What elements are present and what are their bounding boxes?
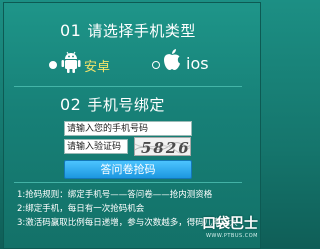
step1-title: 请选择手机类型 [87, 22, 196, 40]
step2-title: 手机号绑定 [87, 96, 165, 114]
submit-button[interactable]: 答问卷抢码 [64, 160, 192, 179]
watermark-url: WWW.PTBUS.COM [205, 233, 258, 239]
os-option-ios-label[interactable]: ios [186, 54, 209, 73]
section-divider [14, 86, 242, 87]
ios-radio[interactable] [152, 61, 160, 69]
step1-heading: 01 请选择手机类型 [60, 20, 196, 41]
rule-item: 2:绑定手机，每日有一次抢码机会 [17, 204, 145, 214]
android-icon[interactable] [60, 50, 82, 74]
apple-icon[interactable] [162, 48, 182, 72]
rule-item: 1:抢码规则：绑定手机号——答问卷——抢内测资格 [17, 190, 213, 200]
captcha-image[interactable]: 5826 [134, 137, 191, 156]
phone-number-input[interactable]: 请输入您的手机号码 [64, 121, 192, 136]
verification-code-input[interactable]: 请输入验证码 [64, 139, 128, 154]
site-watermark: 口袋巴士 WWW.PTBUS.COM [202, 213, 258, 239]
android-radio[interactable] [49, 61, 57, 69]
captcha-text: 5826 [141, 139, 191, 156]
os-option-android-label[interactable]: 安卓 [84, 56, 110, 75]
step2-heading: 02 手机号绑定 [60, 94, 165, 115]
rules-divider [14, 182, 242, 183]
step2-number: 02 [60, 95, 82, 114]
step1-number: 01 [60, 21, 82, 40]
watermark-logo: 口袋巴士 [202, 216, 258, 232]
